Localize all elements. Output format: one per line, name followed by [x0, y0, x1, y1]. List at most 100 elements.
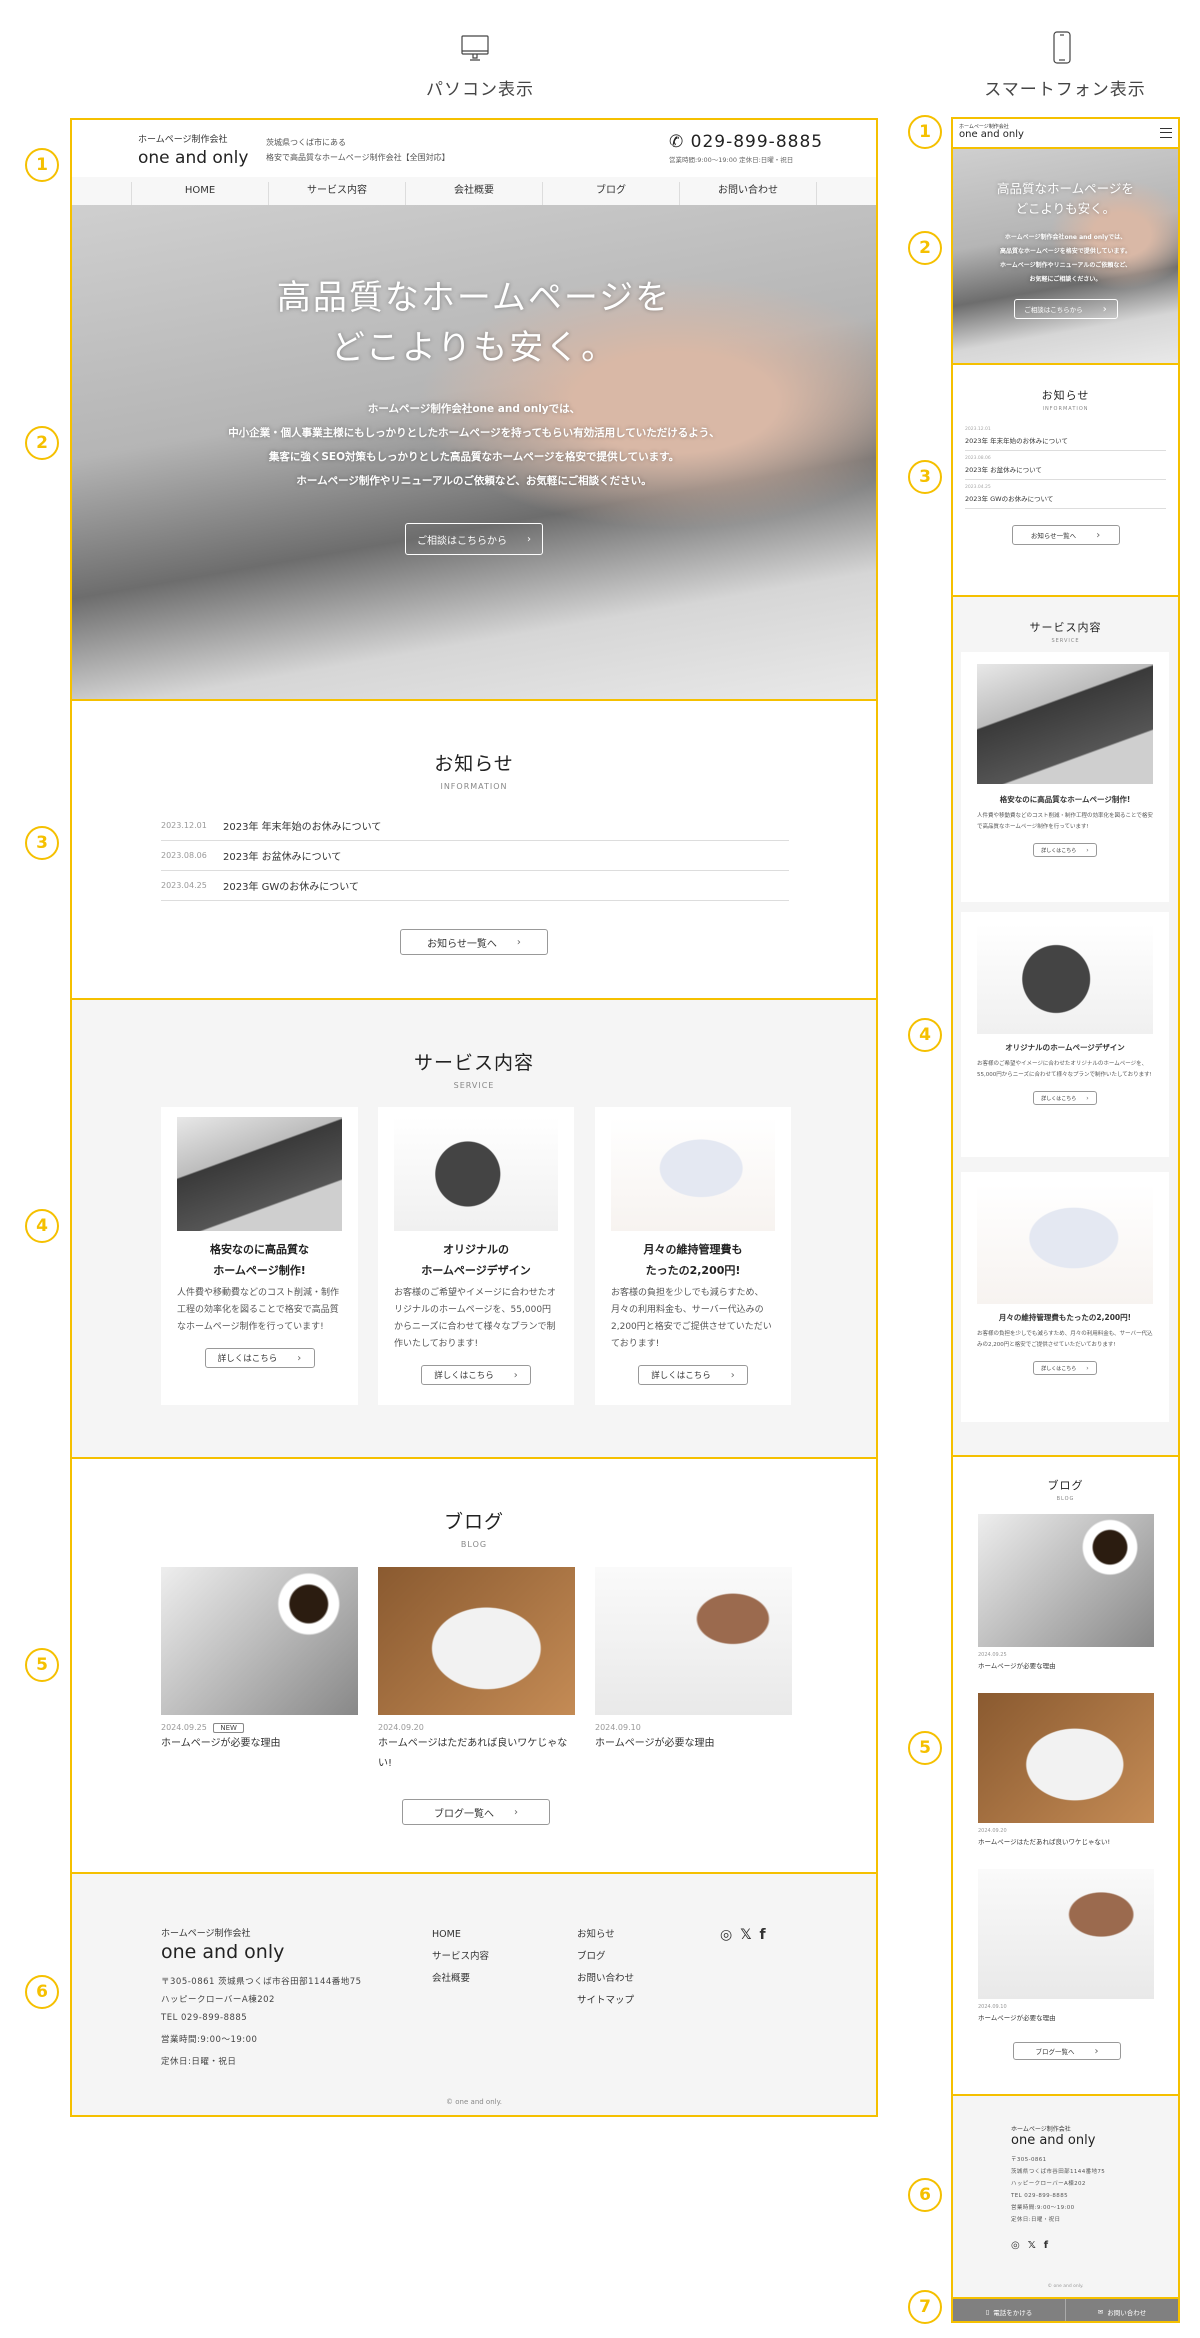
sp-contact-label: お問い合わせ — [1107, 2309, 1147, 2317]
nav-service[interactable]: サービス内容 — [268, 182, 405, 205]
pc-service: サービス内容 SERVICE 格安なのに高品質な ホームページ制作! 人件費や移動… — [72, 1000, 876, 1459]
section-number-4: 4 — [25, 1209, 59, 1243]
x-icon[interactable]: 𝕏 — [740, 1927, 751, 1943]
sp-news-item[interactable]: 2023.08.06 2023年 お盆休みについて — [965, 451, 1166, 480]
footer-company: ホームページ制作会社 one and only 〒305-0861 茨城県つくば… — [161, 1926, 362, 2073]
hamburger-menu-icon[interactable] — [1160, 128, 1172, 138]
pc-view-label: パソコン表示 — [426, 80, 534, 100]
logo-company: ホームページ制作会社 — [138, 135, 228, 145]
service-title-line2: ホームページ制作! — [213, 1264, 306, 1277]
sp-contact-button[interactable]: ✉ お問い合わせ — [1066, 2299, 1178, 2321]
sp-blog-card[interactable]: 2024.09.10 ホームページが必要な理由 — [978, 1869, 1154, 2022]
section-number-3: 3 — [25, 826, 59, 860]
footer-logo[interactable]: one and only — [161, 1941, 362, 1963]
footer-link-service[interactable]: サービス内容 — [432, 1946, 489, 1968]
sp-logo-name[interactable]: one and only — [959, 129, 1024, 140]
pc-footer: ホームページ制作会社 one and only 〒305-0861 茨城県つくば… — [72, 1874, 876, 2115]
facebook-icon[interactable]: f — [1044, 2240, 1048, 2251]
sp-service-detail-button[interactable]: 詳しくはこちら › — [1033, 1361, 1097, 1375]
sp-service-detail-button[interactable]: 詳しくはこちら › — [1033, 843, 1097, 857]
copyright: © one and only. — [446, 2098, 502, 2106]
sp-blog-list-button[interactable]: ブログ一覧へ › — [1013, 2042, 1121, 2060]
sp-news-date: 2023.08.06 — [965, 456, 991, 461]
service-text: お客様の負担を少しでも減らすため、月々の利用料金も、サーバー代込みの2,200円… — [611, 1288, 772, 1349]
sp-info-list-button[interactable]: お知らせ一覧へ › — [1011, 525, 1120, 545]
blog-card[interactable]: 2024.09.20 ホームページはただあれば良いワケじゃない! — [378, 1567, 575, 1774]
news-item[interactable]: 2023.12.01 2023年 年末年始のお休みについて — [161, 811, 789, 841]
service-text: お客様のご希望やイメージに合わせたオリジナルのホームページを、55,000円から… — [394, 1288, 556, 1349]
nav-company[interactable]: 会社概要 — [405, 182, 542, 205]
footer-link-sitemap[interactable]: サイトマップ — [577, 1990, 634, 2012]
phone-number: 029-899-8885 — [690, 132, 824, 152]
sp-footer-logo[interactable]: one and only — [1011, 2133, 1105, 2148]
blog-title: ホームページが必要な理由 — [161, 1738, 281, 1749]
blog-subheading: BLOG — [460, 1540, 488, 1549]
blog-list-label: ブログ一覧へ — [434, 1808, 494, 1820]
facebook-icon[interactable]: f — [760, 1927, 766, 1943]
service-title-line2: ホームページデザイン — [421, 1264, 531, 1277]
footer-link-news[interactable]: お知らせ — [577, 1924, 634, 1946]
sp-hero-title-line1: 高品質なホームページを — [997, 181, 1134, 196]
mail-icon: ✉ — [1097, 2308, 1104, 2316]
tagline-line2: 格安で高品質なホームページ制作会社【全国対応】 — [266, 153, 450, 162]
footer-link-company[interactable]: 会社概要 — [432, 1968, 489, 1990]
chevron-right-icon: › — [516, 936, 521, 948]
hero-cta-label: ご相談はこちらから — [417, 535, 507, 547]
x-icon[interactable]: 𝕏 — [1028, 2240, 1036, 2251]
instagram-icon[interactable]: ◎ — [720, 1927, 732, 1943]
chevron-right-icon: › — [514, 1806, 518, 1818]
blog-list-button[interactable]: ブログ一覧へ › — [402, 1799, 550, 1825]
service-text: 人件費や移動費などのコスト削減・制作工程の効率化を図ることで格安で高品質なホーム… — [177, 1288, 340, 1332]
hero-cta-button[interactable]: ご相談はこちらから › — [405, 523, 543, 555]
pc-preview: ホームページ制作会社 one and only 茨城県つくば市にある 格安で高品… — [70, 118, 878, 2117]
chevron-right-icon: › — [297, 1352, 302, 1364]
sp-blog-date: 2024.09.20 — [978, 1828, 1007, 1834]
news-item[interactable]: 2023.08.06 2023年 お盆休みについて — [161, 841, 789, 871]
news-title: 2023年 GWのお休みについて — [223, 882, 359, 893]
sp-service-title: 格安なのに高品質な — [999, 795, 1068, 804]
blog-card[interactable]: 2024.09.10 ホームページが必要な理由 — [595, 1567, 792, 1754]
sp-service-title: オリジナルの — [1005, 1043, 1051, 1052]
blog-title: ホームページが必要な理由 — [595, 1738, 715, 1749]
nav-home[interactable]: HOME — [131, 182, 268, 205]
blog-card[interactable]: 2024.09.25 NEW ホームページが必要な理由 — [161, 1567, 358, 1754]
sp-news-item[interactable]: 2023.04.25 2023年 GWのお休みについて — [965, 480, 1166, 509]
news-item[interactable]: 2023.04.25 2023年 GWのお休みについて — [161, 871, 789, 901]
sp-news-item[interactable]: 2023.12.01 2023年 年末年始のお休みについて — [965, 422, 1166, 451]
instagram-icon[interactable]: ◎ — [1011, 2240, 1020, 2251]
sp-section-number-7: 7 — [908, 2290, 942, 2324]
service-title-line2: たったの2,200円! — [645, 1264, 741, 1277]
service-detail-button[interactable]: 詳しくはこちら › — [421, 1365, 531, 1385]
service-detail-button[interactable]: 詳しくはこちら › — [204, 1348, 315, 1368]
service-detail-button[interactable]: 詳しくはこちら › — [638, 1365, 748, 1385]
sp-blog-title: ホームページが必要な理由 — [978, 1662, 1056, 1670]
smartphone-icon — [1053, 31, 1071, 64]
footer-link-contact[interactable]: お問い合わせ — [577, 1968, 634, 1990]
new-badge: NEW — [213, 1723, 244, 1733]
sp-blog-card[interactable]: 2024.09.20 ホームページはただあれば良いワケじゃない! — [978, 1693, 1154, 1846]
sp-footer-address: 茨城県つくば市谷田部1144番地75 — [1011, 2169, 1106, 2175]
sp-copyright: © one and only. — [1047, 2284, 1084, 2289]
sp-blog-card[interactable]: 2024.09.25 ホームページが必要な理由 — [978, 1514, 1154, 1670]
sp-call-button[interactable]: ▯ 電話をかける — [953, 2299, 1066, 2321]
footer-address: 〒305-0861 茨城県つくば市谷田部1144番地75 — [161, 1977, 362, 1987]
site-logo[interactable]: ホームページ制作会社 one and only — [138, 132, 248, 168]
header-phone[interactable]: ✆ 029-899-8885 営業時間:9:00～19:00 定休日:日曜・祝日 — [669, 132, 823, 164]
hero-title-line1: 高品質なホームページを — [276, 278, 672, 318]
footer-link-home[interactable]: HOME — [432, 1924, 489, 1946]
sp-service-detail-button[interactable]: 詳しくはこちら › — [1033, 1091, 1097, 1105]
footer-link-blog[interactable]: ブログ — [577, 1946, 634, 1968]
blog-date: 2024.09.10 — [595, 1723, 641, 1732]
nav-blog[interactable]: ブログ — [542, 182, 679, 205]
sp-section-number-6: 6 — [908, 2178, 942, 2212]
nav-contact[interactable]: お問い合わせ — [679, 182, 817, 205]
sp-hero-cta-button[interactable]: ご相談はこちらから › — [1013, 299, 1118, 319]
sp-blog-title: ホームページはただあれば良いワケじゃない! — [978, 1838, 1111, 1846]
sp-service-image — [977, 664, 1153, 784]
sp-service-text: 人件費や移動費などのコスト削減・制作工程の効率化を図ることで格安で高品質なホーム… — [977, 813, 1153, 830]
pc-information: お知らせ INFORMATION 2023.12.01 2023年 年末年始のお休… — [72, 701, 876, 1000]
sp-service-title-2: たったの2,200円! — [1066, 1313, 1132, 1322]
info-list-button[interactable]: お知らせ一覧へ › — [400, 929, 548, 955]
sp-service-detail-label: 詳しくはこちら — [1041, 847, 1077, 854]
service-subheading: SERVICE — [453, 1081, 495, 1090]
